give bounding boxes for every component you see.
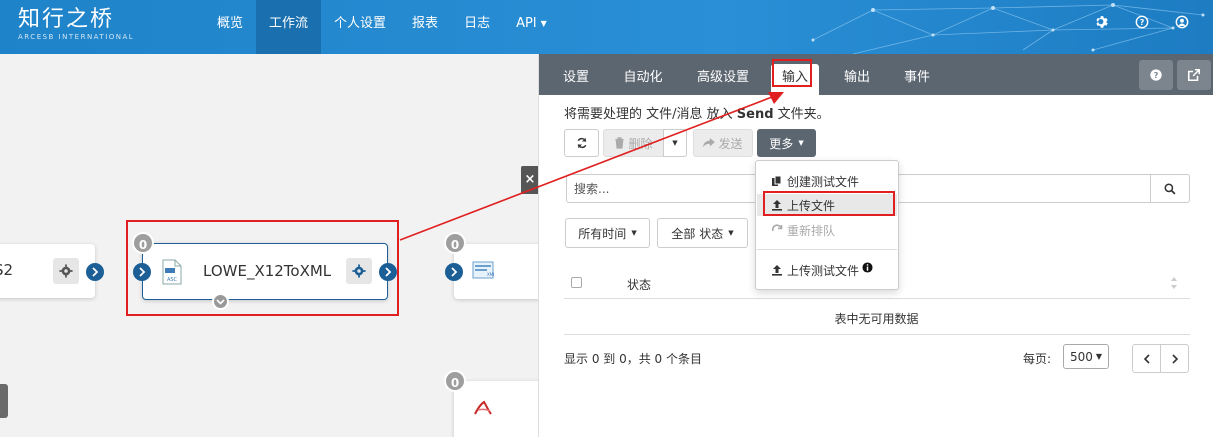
tab-events[interactable]: 事件 — [895, 64, 939, 95]
gear-icon — [352, 264, 366, 278]
tab-automation[interactable]: 自动化 — [615, 64, 671, 95]
nav-logs[interactable]: 日志 — [451, 0, 503, 54]
node-title: S2 — [0, 261, 14, 279]
tab-output[interactable]: 输出 — [835, 64, 879, 95]
caret-down-icon: ▼ — [631, 229, 637, 237]
output-port-icon[interactable] — [86, 263, 104, 281]
upload-icon — [771, 199, 783, 211]
workflow-node-right[interactable]: XML — [454, 244, 538, 299]
table-bottom-divider — [564, 334, 1190, 335]
workflow-node-left[interactable]: S2 — [0, 244, 95, 298]
panel-tabbar: 设置 自动化 高级设置 输入 输出 事件 ? — [539, 54, 1213, 95]
help-icon: ? — [1150, 69, 1162, 81]
brand-logo[interactable]: 知行之桥 ARCESB INTERNATIONAL — [18, 7, 135, 42]
help-icon[interactable]: ? — [1133, 13, 1151, 31]
table-header-divider — [564, 298, 1190, 299]
chevron-down-icon: ▼ — [1095, 352, 1103, 361]
refresh-button[interactable] — [564, 129, 599, 157]
svg-text:XML: XML — [487, 272, 494, 277]
panel-help-button[interactable]: ? — [1139, 60, 1173, 90]
sort-icon[interactable] — [1170, 276, 1178, 290]
status-filter-dropdown[interactable]: 全部 状态 ▼ — [657, 218, 748, 248]
menu-item-requeue[interactable]: 重新排队 — [757, 219, 897, 241]
message-count-badge: 0 — [444, 370, 466, 392]
per-page-select[interactable]: 500 ▼ — [1063, 344, 1109, 369]
node-title: LOWE_X12ToXML — [203, 262, 332, 280]
more-button[interactable]: 更多 ▼ — [757, 129, 816, 157]
top-navbar: 知行之桥 ARCESB INTERNATIONAL 概览 工作流 个人设置 报表… — [0, 0, 1213, 54]
caret-down-icon: ▼ — [798, 139, 804, 147]
search-icon — [1164, 183, 1176, 195]
per-page-label: 每页: — [1023, 352, 1052, 366]
delete-button[interactable]: 删除 — [603, 129, 664, 157]
svg-text:ASC: ASC — [167, 277, 178, 283]
time-filter-dropdown[interactable]: 所有时间 ▼ — [565, 218, 650, 248]
brand-name: 知行之桥 — [18, 7, 115, 32]
pager-next-button[interactable] — [1160, 344, 1189, 373]
workflow-canvas[interactable]: S2 ASC LOWE_X12ToXML 0 XML 0 — [0, 54, 538, 437]
trash-icon — [615, 137, 625, 149]
chevron-right-icon — [1171, 353, 1178, 364]
menu-item-upload-test-file[interactable]: 上传测试文件 — [757, 259, 897, 281]
tab-advanced[interactable]: 高级设置 — [689, 64, 757, 95]
refresh-icon — [771, 224, 783, 236]
database-icon — [474, 400, 492, 415]
gear-icon — [59, 264, 73, 278]
workflow-node-main[interactable]: ASC LOWE_X12ToXML — [142, 243, 388, 310]
menu-item-upload-file[interactable]: 上传文件 — [757, 194, 897, 216]
copy-icon — [771, 175, 783, 187]
message-count-badge: 0 — [132, 232, 154, 254]
menu-divider — [757, 249, 897, 250]
external-link-icon — [1187, 68, 1201, 82]
chevron-down-icon[interactable] — [212, 293, 229, 310]
caret-down-icon: ▼ — [672, 139, 678, 147]
tab-settings[interactable]: 设置 — [551, 64, 601, 95]
share-icon — [703, 138, 716, 148]
caret-down-icon: ▼ — [540, 19, 547, 28]
nav-profile[interactable]: 个人设置 — [321, 0, 399, 54]
send-folder-name: Send — [736, 107, 774, 122]
node-settings-button[interactable] — [346, 258, 372, 284]
menu-item-create-test-file[interactable]: 创建测试文件 — [757, 170, 897, 192]
search-button[interactable] — [1151, 174, 1190, 203]
expand-sidebar-handle[interactable] — [0, 384, 8, 418]
input-port-icon[interactable] — [445, 263, 463, 281]
pager-prev-button[interactable] — [1132, 344, 1161, 373]
svg-text:?: ? — [1140, 18, 1145, 27]
nav-overview[interactable]: 概览 — [204, 0, 256, 54]
nav-icon-group: ? — [1093, 13, 1191, 31]
send-button[interactable]: 发送 — [693, 129, 753, 157]
input-description: 将需要处理的 文件/消息 放入 Send 文件夹。 — [564, 107, 830, 122]
message-count-badge: 0 — [444, 232, 466, 254]
column-header-status[interactable]: 状态 — [627, 276, 651, 293]
chevron-left-icon — [1143, 353, 1150, 364]
refresh-icon — [577, 137, 586, 149]
user-icon[interactable] — [1173, 13, 1191, 31]
input-port-icon[interactable] — [133, 263, 151, 281]
output-port-icon[interactable] — [379, 263, 397, 281]
table-empty-message: 表中无可用数据 — [834, 312, 919, 326]
caret-down-icon: ▼ — [728, 229, 734, 237]
tab-input[interactable]: 输入 — [771, 64, 819, 95]
more-dropdown-menu: 创建测试文件 上传文件 重新排队 上传测试文件 — [755, 160, 899, 290]
table-info: 显示 0 到 0，共 0 个条目 — [564, 352, 702, 366]
nav-api[interactable]: API ▼ — [503, 0, 560, 54]
main-nav: 概览 工作流 个人设置 报表 日志 API ▼ — [204, 0, 560, 54]
panel-popout-button[interactable] — [1177, 60, 1211, 90]
upload-icon — [771, 264, 783, 276]
x12-file-icon: ASC — [162, 259, 182, 285]
gear-icon[interactable] — [1093, 13, 1111, 31]
svg-text:?: ? — [1154, 71, 1159, 80]
nav-reports[interactable]: 报表 — [399, 0, 451, 54]
workflow-node-bottom[interactable] — [454, 381, 538, 437]
delete-options-dropdown[interactable]: ▼ — [663, 129, 687, 157]
info-icon[interactable] — [862, 261, 873, 273]
node-settings-button[interactable] — [53, 258, 79, 284]
close-panel-button[interactable]: × — [521, 166, 538, 194]
brand-subtitle: ARCESB INTERNATIONAL — [18, 33, 135, 41]
nav-workflow[interactable]: 工作流 — [256, 0, 322, 54]
xml-file-icon: XML — [472, 261, 494, 279]
select-all-checkbox[interactable] — [571, 277, 582, 288]
